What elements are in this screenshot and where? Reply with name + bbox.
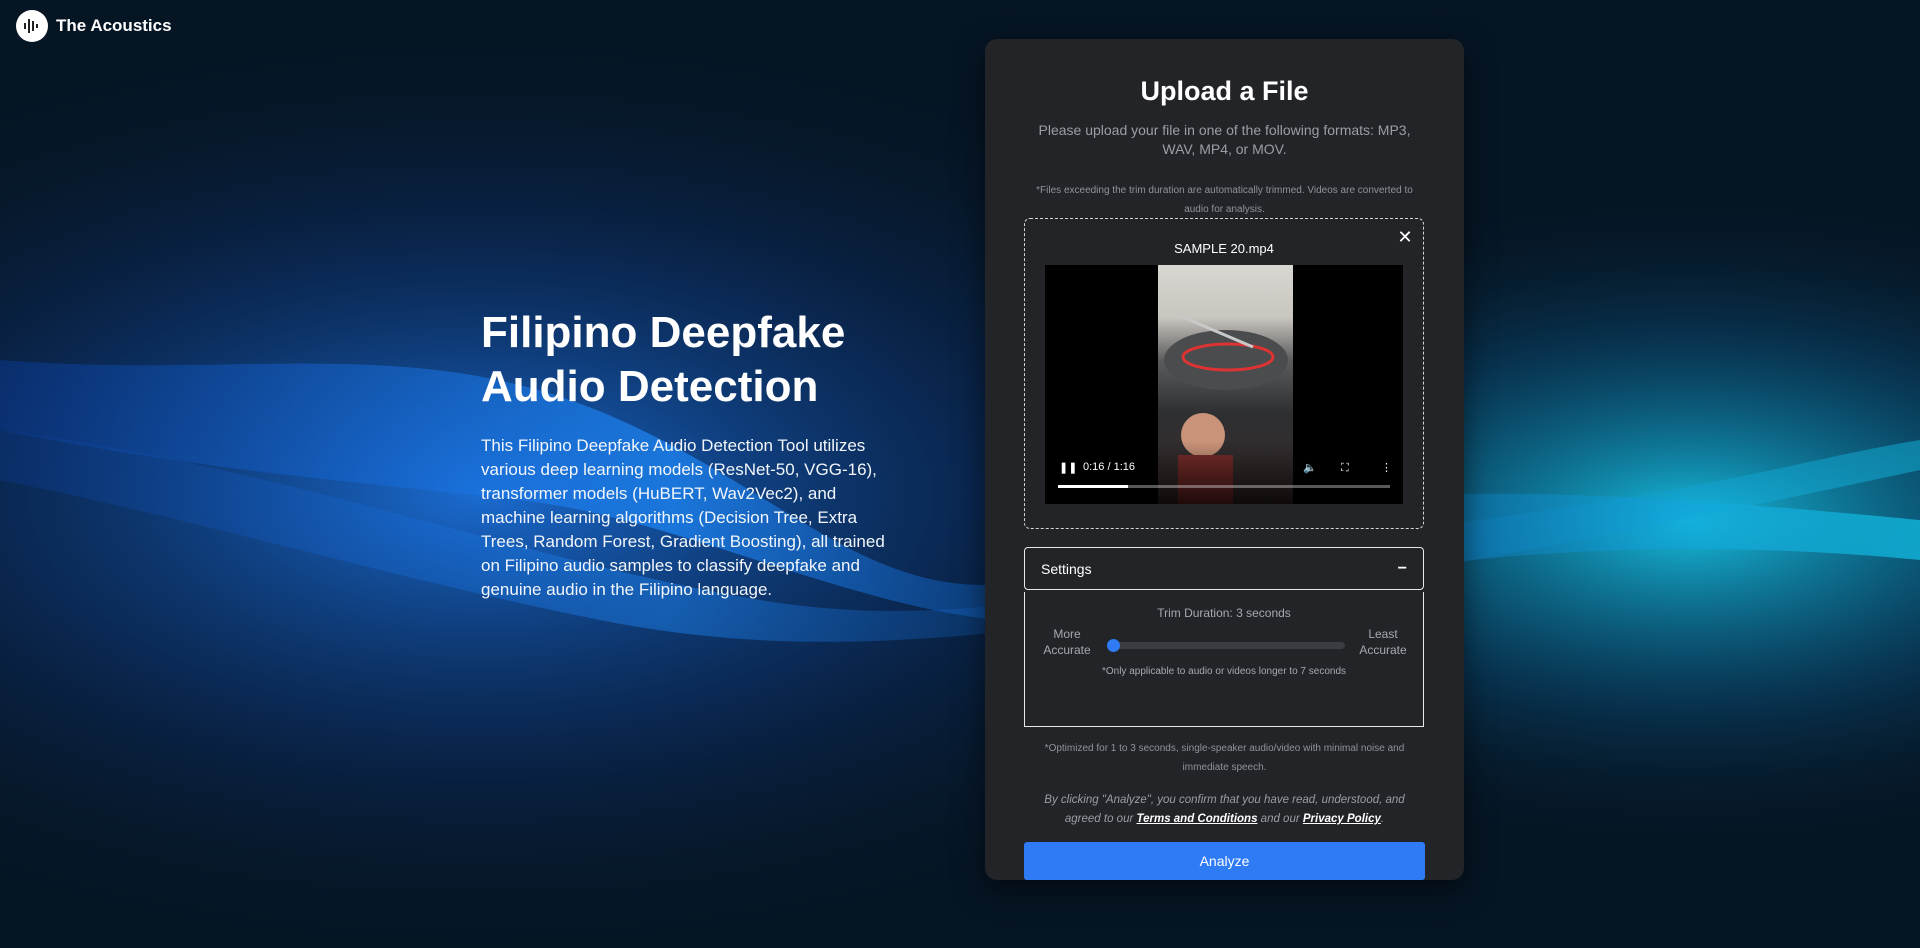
optimization-note: *Optimized for 1 to 3 seconds, single-sp… — [1044, 743, 1405, 773]
file-name: SAMPLE 20.mp4 — [1174, 241, 1274, 256]
consent-text: By clicking "Analyze", you confirm that … — [1030, 791, 1419, 829]
brand-name: The Acoustics — [56, 16, 172, 35]
hero-description: This Filipino Deepfake Audio Detection T… — [481, 436, 885, 599]
least-accurate-label: Least Accurate — [1359, 627, 1407, 657]
collapse-icon: − — [1397, 559, 1407, 577]
video-time: 0:16 / 1:16 — [1083, 461, 1135, 473]
slider-thumb[interactable] — [1107, 639, 1120, 652]
file-dropzone[interactable]: SAMPLE 20.mp4 ✕ ❚❚ 0:16 / 1:16 🔈 ⛶ ⋮ — [1024, 218, 1424, 529]
trim-note: *Files exceeding the trim duration are a… — [1036, 185, 1413, 215]
more-vertical-icon[interactable]: ⋮ — [1381, 461, 1392, 475]
video-progress[interactable] — [1058, 485, 1390, 488]
upload-title: Upload a File — [1140, 76, 1309, 106]
upload-card: Upload a File Please upload your file in… — [985, 39, 1464, 880]
slider-note: *Only applicable to audio or videos long… — [1101, 666, 1347, 677]
video-player[interactable]: ❚❚ 0:16 / 1:16 🔈 ⛶ ⋮ — [1045, 265, 1403, 504]
settings-panel: Trim Duration: 3 seconds More Accurate L… — [1024, 592, 1424, 727]
privacy-link[interactable]: Privacy Policy — [1303, 813, 1381, 825]
sound-wave-icon — [16, 10, 48, 42]
more-accurate-label: More Accurate — [1043, 627, 1091, 657]
video-controls: ❚❚ 0:16 / 1:16 🔈 ⛶ ⋮ — [1045, 442, 1403, 504]
analyze-button[interactable]: Analyze — [1024, 842, 1425, 880]
brand[interactable]: The Acoustics — [16, 10, 172, 42]
background-waves — [0, 0, 1920, 948]
consent-suffix: . — [1380, 813, 1385, 825]
settings-label: Settings — [1041, 560, 1092, 577]
hero-title: Filipino Deepfake Audio Detection — [481, 308, 846, 411]
settings-toggle[interactable]: Settings − — [1024, 547, 1424, 590]
trim-slider[interactable] — [1107, 639, 1345, 652]
pause-icon[interactable]: ❚❚ — [1059, 461, 1077, 475]
volume-icon[interactable]: 🔈 — [1303, 461, 1317, 475]
trim-duration-label: Trim Duration: 3 seconds — [1157, 606, 1291, 620]
terms-link[interactable]: Terms and Conditions — [1137, 813, 1258, 825]
video-progress-fill — [1058, 485, 1128, 488]
hero-section: Filipino Deepfake Audio Detection This F… — [481, 306, 901, 602]
consent-middle: and our — [1257, 813, 1303, 825]
fullscreen-icon[interactable]: ⛶ — [1341, 461, 1349, 475]
upload-subtitle: Please upload your file in one of the fo… — [1038, 122, 1411, 157]
close-icon[interactable]: ✕ — [1397, 228, 1413, 246]
